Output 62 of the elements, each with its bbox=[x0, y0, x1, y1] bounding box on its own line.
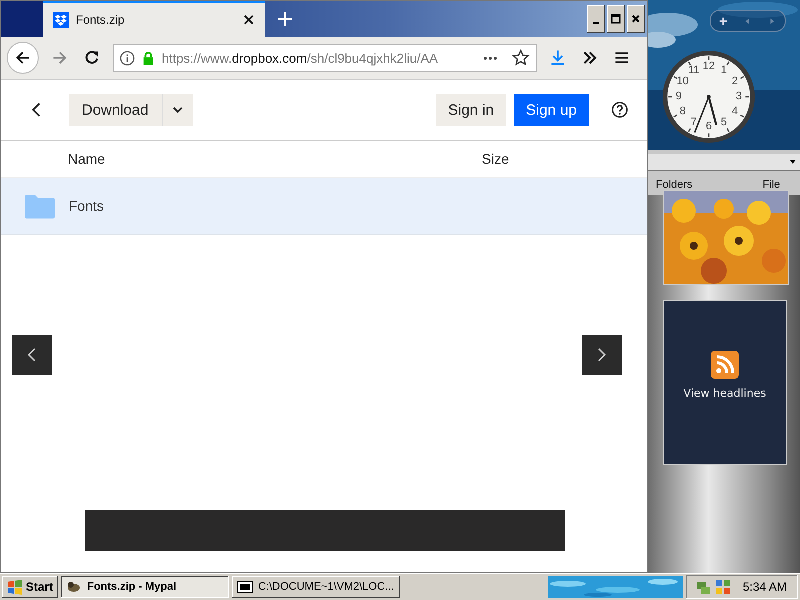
sign-up-button[interactable]: Sign up bbox=[514, 94, 589, 126]
file-row[interactable]: Fonts bbox=[1, 177, 647, 235]
clock-numeral: 3 bbox=[736, 92, 742, 102]
download-options-button[interactable] bbox=[162, 94, 193, 126]
new-tab-icon[interactable] bbox=[277, 11, 293, 27]
network-icon[interactable] bbox=[694, 579, 711, 595]
right-chevron-icon bbox=[597, 347, 607, 363]
clock-numeral: 4 bbox=[732, 106, 738, 118]
bird-icon bbox=[66, 579, 82, 595]
back-button[interactable] bbox=[7, 42, 39, 74]
clock-numeral: 11 bbox=[688, 65, 700, 76]
taskbar-button[interactable]: C:\DOCUME~1\VM2\LOC... bbox=[232, 576, 400, 598]
clock-time: 5:34 AM bbox=[742, 580, 787, 594]
clock-numeral: 10 bbox=[676, 76, 690, 88]
left-chevron-icon bbox=[27, 347, 37, 363]
clock-numeral: 6 bbox=[706, 122, 712, 133]
padlock-icon bbox=[141, 50, 156, 66]
taskbar-button[interactable]: Fonts.zip - Mypal bbox=[61, 576, 230, 598]
browser-tab[interactable]: Fonts.zip bbox=[43, 1, 265, 37]
clock-numeral: 12 bbox=[702, 61, 716, 72]
bookmark-star-icon[interactable] bbox=[512, 49, 530, 67]
clock-numeral: 8 bbox=[680, 106, 686, 118]
start-button[interactable]: Start bbox=[2, 576, 58, 598]
clock-numeral: 7 bbox=[690, 118, 698, 129]
info-icon[interactable] bbox=[120, 50, 135, 66]
close-tab-icon[interactable] bbox=[243, 14, 255, 26]
reload-icon[interactable] bbox=[83, 49, 101, 67]
forward-icon[interactable] bbox=[51, 49, 69, 67]
url-text: https://www.dropbox.com/sh/cl9bu4qjxhk2liu/AA bbox=[162, 50, 438, 66]
column-header[interactable]: Name bbox=[68, 151, 482, 167]
archive-icon bbox=[237, 579, 254, 595]
clock-numeral: 9 bbox=[676, 92, 682, 102]
title-bar-panel bbox=[1, 1, 43, 37]
download-icon[interactable] bbox=[549, 49, 567, 67]
minimize-icon bbox=[593, 22, 599, 24]
windows-tray-icon[interactable] bbox=[714, 579, 731, 595]
dropdown-field[interactable] bbox=[648, 154, 800, 171]
sign-in-button[interactable]: Sign in bbox=[436, 94, 506, 126]
rss-icon[interactable] bbox=[711, 351, 739, 379]
clock-numeral: 5 bbox=[720, 118, 728, 129]
caret-icon bbox=[172, 106, 184, 114]
address-bar[interactable]: https://www.dropbox.com/sh/cl9bu4qjxhk2liu/AA bbox=[113, 44, 537, 72]
help-icon[interactable] bbox=[611, 101, 629, 119]
windows-flag-icon bbox=[7, 579, 23, 595]
overflow-chevrons-icon[interactable] bbox=[581, 49, 599, 67]
close-button[interactable] bbox=[627, 5, 645, 33]
minimize-button[interactable] bbox=[587, 5, 605, 33]
close-icon bbox=[631, 14, 641, 24]
window-tab[interactable]: File bbox=[762, 179, 780, 191]
maximize-button[interactable] bbox=[607, 5, 625, 33]
box-logo-icon bbox=[53, 12, 69, 28]
add-icon[interactable] bbox=[718, 16, 728, 26]
back-chevron-icon[interactable] bbox=[31, 101, 43, 119]
maximize-icon bbox=[611, 14, 621, 24]
column-header[interactable]: Size bbox=[482, 151, 510, 167]
window-tab[interactable]: Folders bbox=[656, 179, 693, 191]
view-headlines-link[interactable]: View headlines bbox=[684, 387, 766, 400]
download-button[interactable]: Download bbox=[69, 94, 162, 126]
clock-numeral: 1 bbox=[720, 65, 728, 76]
clock-numeral: 2 bbox=[732, 76, 738, 88]
back-arrow-icon bbox=[14, 49, 32, 67]
folder-icon bbox=[25, 194, 55, 218]
